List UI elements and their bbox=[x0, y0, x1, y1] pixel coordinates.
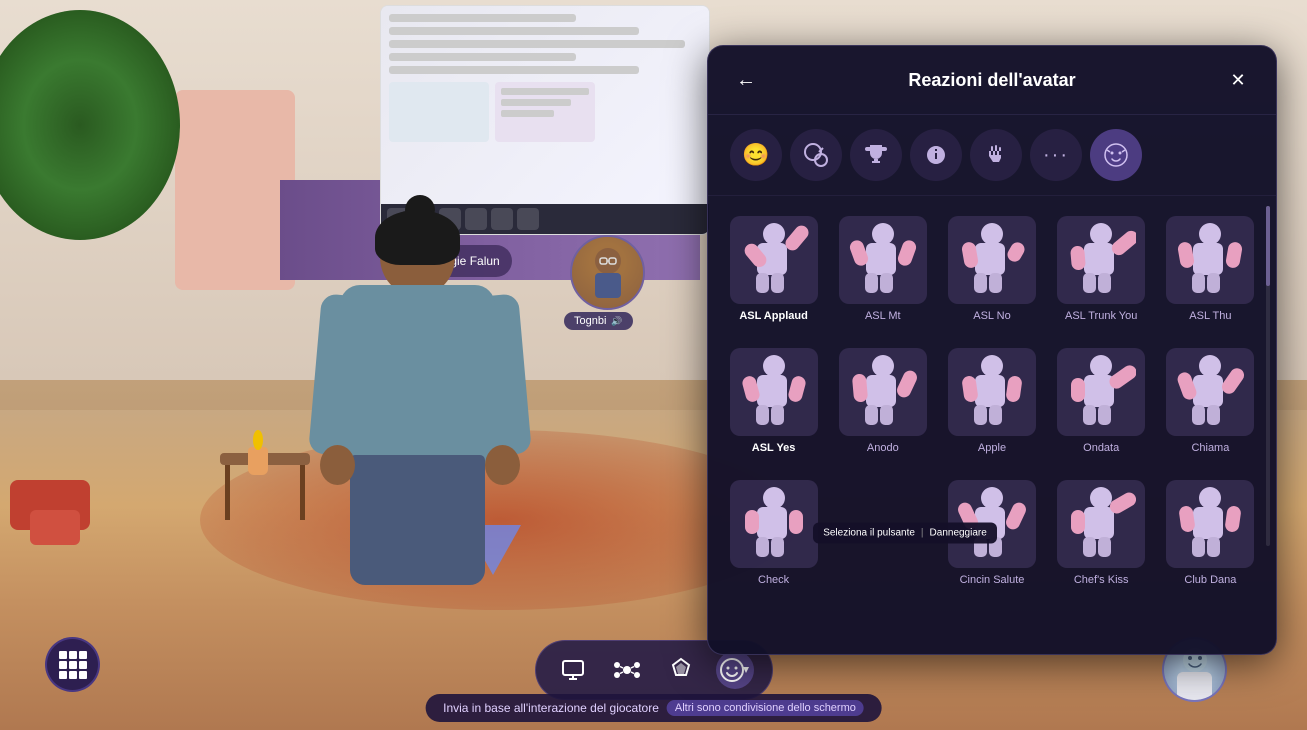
reaction-asl-applaud[interactable]: ASL Applaud bbox=[724, 208, 823, 330]
reaction-chiama[interactable]: Chiama bbox=[1161, 340, 1260, 462]
reaction-label-asl-yes: ASL Yes bbox=[752, 442, 796, 454]
reaction-anodo[interactable]: Anodo bbox=[833, 340, 932, 462]
reaction-label-asl-thu: ASL Thu bbox=[1189, 310, 1231, 322]
reaction-asl-mt[interactable]: ASL Mt bbox=[833, 208, 932, 330]
grid-menu-button[interactable] bbox=[45, 637, 100, 692]
reactions-grid: ASL Applaud ASL Mt bbox=[724, 208, 1260, 594]
face-cam-thumbnail bbox=[570, 235, 645, 310]
reaction-check[interactable]: Seleziona il pulsante | Danneggiare Chec… bbox=[724, 472, 823, 594]
reaction-label-chefs-kiss: Chef's Kiss bbox=[1074, 574, 1129, 586]
flower bbox=[253, 430, 263, 450]
panel-scrollbar-thumb bbox=[1266, 206, 1270, 286]
reaction-label-asl-applaud: ASL Applaud bbox=[739, 310, 807, 322]
reaction-label-anodo: Anodo bbox=[867, 442, 899, 454]
face-cam-name: Tognbi bbox=[574, 315, 606, 327]
emoji-reactions-button[interactable] bbox=[716, 651, 754, 689]
notification-highlight: Altri sono condivisione dello schermo bbox=[667, 700, 864, 716]
category-hand[interactable] bbox=[970, 129, 1022, 181]
reaction-asl-thu[interactable]: ASL Thu bbox=[1161, 208, 1260, 330]
notification-bar: Invia in base all'interazione del giocat… bbox=[425, 694, 882, 722]
reaction-chefs-kiss[interactable]: Chef's Kiss bbox=[1052, 472, 1151, 594]
face-cam-label: Tognbi 🔊 bbox=[564, 312, 633, 330]
category-gesture[interactable] bbox=[790, 129, 842, 181]
grid-icon bbox=[59, 651, 87, 679]
reaction-label-asl-no: ASL No bbox=[973, 310, 1011, 322]
reaction-label-ondata: Ondata bbox=[1083, 442, 1119, 454]
ottoman-small bbox=[30, 510, 80, 545]
panel-title: Reazioni dell'avatar bbox=[762, 70, 1222, 91]
reaction-tooltip: Seleziona il pulsante | Danneggiare bbox=[813, 523, 997, 544]
main-avatar bbox=[310, 210, 530, 590]
connect-button[interactable] bbox=[608, 651, 646, 689]
reaction-club-dana[interactable]: Club Dana bbox=[1161, 472, 1260, 594]
reaction-asl-trunk-you[interactable]: ASL Trunk You bbox=[1052, 208, 1151, 330]
tree-decoration bbox=[0, 0, 180, 280]
panel-scrollbar bbox=[1266, 206, 1270, 546]
category-more[interactable]: ··· bbox=[1030, 129, 1082, 181]
reaction-label-check: Check bbox=[758, 574, 789, 586]
category-trophy[interactable] bbox=[850, 129, 902, 181]
avatar-actions-button[interactable] bbox=[662, 651, 700, 689]
category-emoji[interactable]: 😊 bbox=[730, 129, 782, 181]
notification-text: Invia in base all'interazione del giocat… bbox=[443, 701, 659, 715]
reaction-asl-yes[interactable]: ASL Yes bbox=[724, 340, 823, 462]
tooltip-damage: Danneggiare bbox=[930, 528, 987, 539]
tooltip-select: Seleziona il pulsante bbox=[823, 528, 915, 539]
screen-share-button[interactable] bbox=[554, 651, 592, 689]
reaction-ondata[interactable]: Ondata bbox=[1052, 340, 1151, 462]
reaction-label-cincin-salute: Cincin Salute bbox=[960, 574, 1025, 586]
wall-panel bbox=[175, 90, 295, 290]
panel-back-button[interactable]: ← bbox=[730, 64, 762, 96]
category-row: 😊 ··· bbox=[708, 115, 1276, 196]
reactions-grid-container[interactable]: ASL Applaud ASL Mt bbox=[708, 196, 1276, 654]
panel-close-button[interactable]: ✕ bbox=[1222, 64, 1254, 96]
category-face[interactable] bbox=[1090, 129, 1142, 181]
category-asl[interactable] bbox=[910, 129, 962, 181]
avatar-reactions-panel: ← Reazioni dell'avatar ✕ 😊 bbox=[707, 45, 1277, 655]
reaction-label-asl-trunk-you: ASL Trunk You bbox=[1065, 310, 1137, 322]
vase bbox=[248, 447, 268, 475]
reaction-label-asl-mt: ASL Mt bbox=[865, 310, 901, 322]
reaction-label-chiama: Chiama bbox=[1191, 442, 1229, 454]
reaction-label-club-dana: Club Dana bbox=[1184, 574, 1236, 586]
reaction-asl-no[interactable]: ASL No bbox=[942, 208, 1041, 330]
reaction-apple[interactable]: Apple bbox=[942, 340, 1041, 462]
reaction-label-apple: Apple bbox=[978, 442, 1006, 454]
panel-header: ← Reazioni dell'avatar ✕ bbox=[708, 46, 1276, 115]
